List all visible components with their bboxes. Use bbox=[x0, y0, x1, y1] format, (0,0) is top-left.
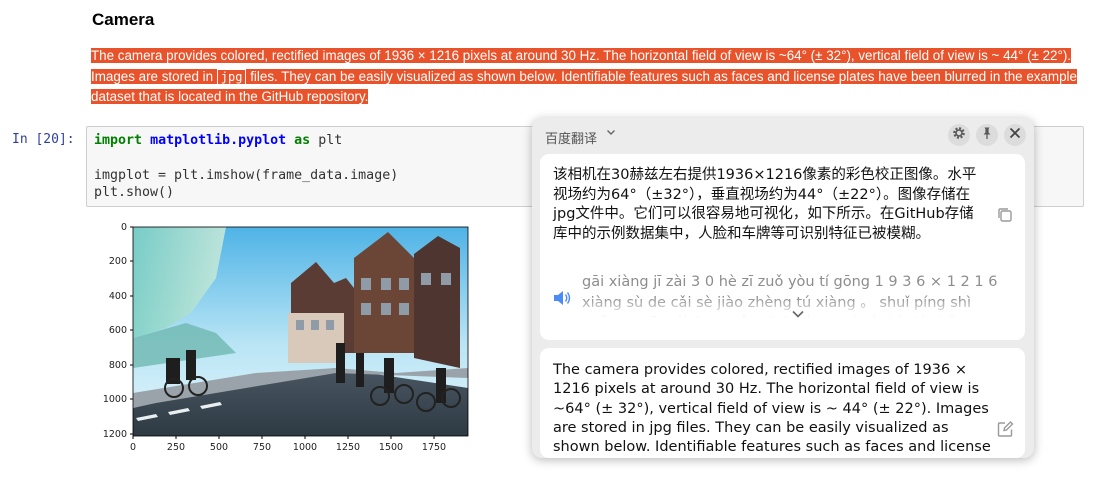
y-tick-label: 0 bbox=[121, 222, 127, 233]
close-icon bbox=[1008, 126, 1022, 145]
x-axis: 0 250 500 750 1000 1250 1500 1750 bbox=[130, 436, 446, 453]
source-english-text: The camera provides colored, rectified i… bbox=[553, 362, 991, 456]
gear-icon bbox=[952, 126, 966, 145]
popup-title[interactable]: 百度翻译 bbox=[545, 128, 597, 147]
translation-popup: 百度翻译 该相机在30赫兹左右提供1936×1216像素的彩色校正图像。水平视场… bbox=[532, 118, 1034, 458]
code-keyword: import bbox=[94, 133, 143, 148]
y-tick-label: 1000 bbox=[103, 394, 127, 405]
settings-button[interactable] bbox=[948, 124, 970, 146]
y-tick-label: 1200 bbox=[103, 429, 127, 440]
expand-chevron-icon[interactable] bbox=[791, 306, 805, 324]
code-alias: plt bbox=[318, 133, 343, 148]
y-tick-label: 400 bbox=[109, 291, 127, 302]
chinese-translation: 该相机在30赫兹左右提供1936×1216像素的彩色校正图像。水平视场约为64°… bbox=[553, 167, 977, 242]
y-tick-label: 800 bbox=[109, 360, 127, 371]
y-tick-label: 600 bbox=[109, 325, 127, 336]
y-tick-label: 200 bbox=[109, 256, 127, 267]
x-tick-label: 1500 bbox=[379, 442, 403, 453]
section-heading: Camera bbox=[92, 10, 155, 29]
close-button[interactable] bbox=[1004, 124, 1026, 146]
source-text-card: The camera provides colored, rectified i… bbox=[540, 348, 1025, 458]
edit-icon[interactable] bbox=[996, 420, 1014, 443]
inline-code: jpg bbox=[216, 68, 247, 85]
description-paragraph: The camera provides colored, rectified i… bbox=[91, 46, 1086, 108]
street-photo bbox=[132, 226, 469, 437]
pin-icon bbox=[980, 126, 994, 145]
x-tick-label: 500 bbox=[210, 442, 228, 453]
speaker-icon[interactable] bbox=[552, 289, 572, 312]
code-line-3: plt.show() bbox=[94, 185, 175, 200]
copy-icon[interactable] bbox=[996, 206, 1014, 229]
output-plot: 0 200 400 600 800 1000 1200 0 250 500 75… bbox=[103, 222, 469, 453]
chevron-down-icon[interactable] bbox=[606, 127, 616, 140]
translation-result-card: 该相机在30赫兹左右提供1936×1216像素的彩色校正图像。水平视场约为64°… bbox=[540, 154, 1025, 340]
x-tick-label: 250 bbox=[167, 442, 185, 453]
code-keyword: as bbox=[294, 133, 311, 148]
cell-prompt: In [20]: bbox=[12, 132, 75, 147]
x-tick-label: 0 bbox=[130, 442, 136, 453]
x-tick-label: 1000 bbox=[293, 442, 317, 453]
pin-button[interactable] bbox=[976, 124, 998, 146]
code-line-2: imgplot = plt.imshow(frame_data.image) bbox=[94, 168, 399, 183]
y-axis: 0 200 400 600 800 1000 1200 bbox=[103, 222, 133, 440]
x-tick-label: 750 bbox=[253, 442, 271, 453]
x-tick-label: 1750 bbox=[422, 442, 446, 453]
x-tick-label: 1250 bbox=[336, 442, 360, 453]
code-line-1: import matplotlib.pyplot as plt bbox=[94, 133, 342, 148]
code-module: matplotlib.pyplot bbox=[150, 133, 287, 148]
